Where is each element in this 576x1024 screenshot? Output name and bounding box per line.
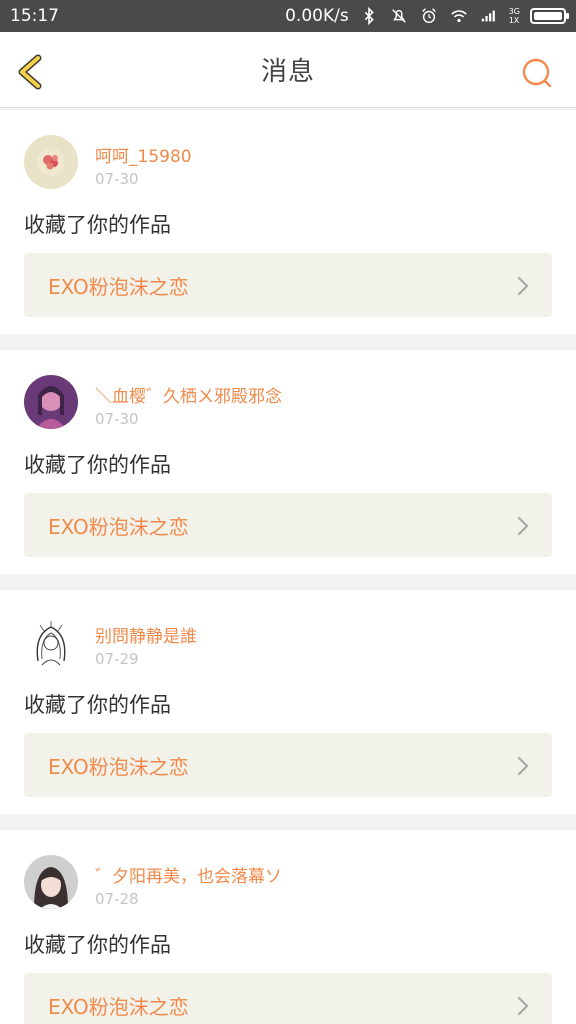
action-text: 收藏了你的作品	[24, 933, 171, 957]
message-card[interactable]: ＼血樱゛久栖ㄨ邪殿邪念 07-30 收藏了你的作品 EXO粉泡沫之恋	[0, 350, 576, 574]
status-bar: 15:17 0.00K/s 3G 1X	[0, 0, 576, 32]
chevron-right-icon	[517, 996, 529, 1016]
work-link[interactable]: EXO粉泡沫之恋	[24, 733, 552, 797]
username[interactable]: ゛夕阳再美，也会落幕ソ	[95, 862, 282, 887]
chevron-right-icon	[517, 756, 529, 776]
work-link[interactable]: EXO粉泡沫之恋	[24, 253, 552, 317]
work-title: EXO粉泡沫之恋	[48, 994, 189, 1019]
network-speed: 0.00K/s	[285, 6, 349, 26]
work-title: EXO粉泡沫之恋	[48, 514, 189, 539]
message-date: 07-30	[95, 410, 139, 428]
status-icons: 0.00K/s 3G 1X	[285, 6, 569, 26]
action-text: 收藏了你的作品	[24, 693, 171, 717]
alarm-icon	[421, 8, 436, 24]
message-card[interactable]: 别問静静是誰 07-29 收藏了你的作品 EXO粉泡沫之恋	[0, 590, 576, 814]
message-card[interactable]: 呵呵_15980 07-30 收藏了你的作品 EXO粉泡沫之恋	[0, 110, 576, 334]
back-chevron-icon[interactable]	[12, 52, 48, 92]
bluetooth-icon	[364, 7, 374, 25]
username[interactable]: 别問静静是誰	[95, 622, 197, 647]
network-type: 3G 1X	[508, 7, 520, 25]
search-icon[interactable]	[520, 56, 554, 90]
chevron-right-icon	[517, 516, 529, 536]
username[interactable]: ＼血樱゛久栖ㄨ邪殿邪念	[95, 382, 282, 407]
signal-icon	[481, 10, 495, 22]
work-title: EXO粉泡沫之恋	[48, 754, 189, 779]
avatar[interactable]	[24, 615, 78, 669]
message-date: 07-30	[95, 170, 139, 188]
mute-icon	[391, 9, 406, 23]
chevron-right-icon	[517, 276, 529, 296]
battery-icon	[530, 8, 569, 24]
action-text: 收藏了你的作品	[24, 213, 171, 237]
wifi-icon	[450, 10, 467, 23]
app-header: 消息	[0, 32, 576, 108]
message-date: 07-29	[95, 650, 139, 668]
page-title: 消息	[260, 57, 315, 87]
message-date: 07-28	[95, 890, 139, 908]
action-text: 收藏了你的作品	[24, 453, 171, 477]
work-link[interactable]: EXO粉泡沫之恋	[24, 493, 552, 557]
avatar[interactable]	[24, 855, 78, 909]
work-title: EXO粉泡沫之恋	[48, 274, 189, 299]
message-card[interactable]: ゛夕阳再美，也会落幕ソ 07-28 收藏了你的作品 EXO粉泡沫之恋	[0, 830, 576, 1024]
username[interactable]: 呵呵_15980	[95, 142, 192, 167]
avatar[interactable]	[24, 135, 78, 189]
message-list: 呵呵_15980 07-30 收藏了你的作品 EXO粉泡沫之恋 ＼血樱゛久栖ㄨ邪…	[0, 110, 576, 1024]
work-link[interactable]: EXO粉泡沫之恋	[24, 973, 552, 1024]
status-time: 15:17	[10, 6, 59, 26]
avatar[interactable]	[24, 375, 78, 429]
